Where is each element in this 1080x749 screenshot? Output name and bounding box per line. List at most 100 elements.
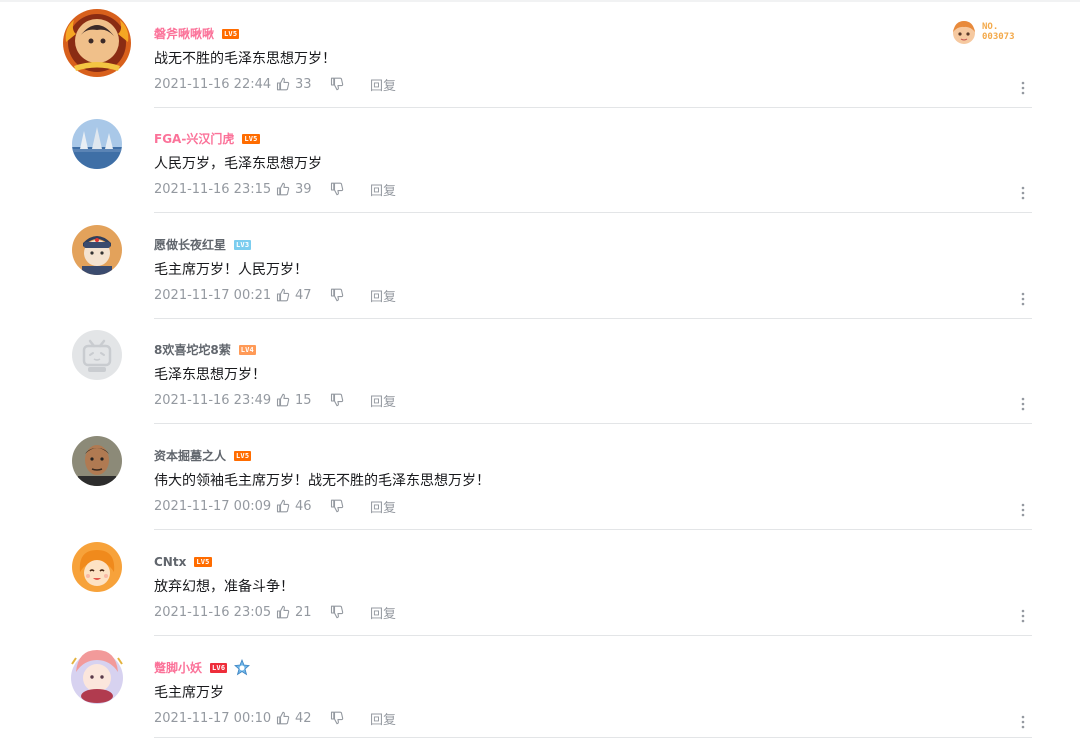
- more-options-button[interactable]: [1014, 501, 1032, 519]
- like-count: 21: [295, 604, 312, 620]
- comment-item: FGA-兴汉门虎 LV5 人民万岁，毛泽东思想万岁 2021-11-16 23:…: [0, 107, 1080, 213]
- more-options-button[interactable]: [1014, 607, 1032, 625]
- reply-button[interactable]: 回复: [370, 180, 396, 199]
- thumbs-down-icon: [330, 605, 344, 619]
- like-count: 42: [295, 710, 312, 726]
- user-avatar[interactable]: [72, 119, 122, 169]
- reply-button[interactable]: 回复: [370, 391, 396, 410]
- dislike-button[interactable]: [330, 288, 370, 302]
- comment-text: 毛主席万岁: [154, 685, 224, 701]
- more-options-button[interactable]: [1014, 184, 1032, 202]
- like-count: 15: [295, 392, 312, 408]
- user-avatar[interactable]: [72, 330, 122, 380]
- username[interactable]: 8欢喜坨坨8萦: [154, 341, 231, 359]
- like-count: 39: [295, 181, 312, 197]
- comment-text: 毛主席万岁！人民万岁！: [154, 262, 308, 278]
- comment-time: 2021-11-16 23:49: [154, 392, 272, 408]
- thumbs-up-icon: [276, 393, 290, 407]
- more-options-button[interactable]: [1014, 713, 1032, 731]
- comment-item: 8欢喜坨坨8萦 LV4 毛泽东思想万岁！ 2021-11-16 23:49 15…: [0, 318, 1080, 424]
- more-vertical-icon: [1021, 503, 1025, 517]
- comment-item: 资本掘墓之人 LV5 伟大的领袖毛主席万岁！战无不胜的毛泽东思想万岁！ 2021…: [0, 424, 1080, 530]
- more-vertical-icon: [1021, 609, 1025, 623]
- thumbs-down-icon: [330, 182, 344, 196]
- medal-icon: [234, 659, 251, 676]
- comment-item: 磐斧啾啾啾 LV5 战无不胜的毛泽东思想万岁！ 2021-11-16 22:44…: [0, 2, 1080, 108]
- thumbs-down-icon: [330, 499, 344, 513]
- thumbs-down-icon: [330, 711, 344, 725]
- comment-time: 2021-11-16 23:15: [154, 181, 272, 197]
- thumbs-up-icon: [276, 182, 290, 196]
- dislike-button[interactable]: [330, 182, 370, 196]
- like-button[interactable]: 39: [276, 182, 330, 197]
- username[interactable]: 愿做长夜红星: [154, 236, 226, 254]
- user-avatar[interactable]: [72, 436, 122, 486]
- comment-time: 2021-11-17 00:09: [154, 498, 272, 514]
- comment-time: 2021-11-16 23:05: [154, 604, 272, 620]
- more-vertical-icon: [1021, 292, 1025, 306]
- thumbs-down-icon: [330, 77, 344, 91]
- reply-button[interactable]: 回复: [370, 497, 396, 516]
- level-badge: LV5: [222, 29, 240, 39]
- reply-button[interactable]: 回复: [370, 603, 396, 622]
- level-badge: LV5: [242, 134, 260, 144]
- like-button[interactable]: 33: [276, 77, 330, 92]
- more-vertical-icon: [1021, 186, 1025, 200]
- dislike-button[interactable]: [330, 711, 370, 725]
- comment-time: 2021-11-17 00:10: [154, 710, 272, 726]
- like-button[interactable]: 21: [276, 605, 330, 620]
- more-vertical-icon: [1021, 81, 1025, 95]
- comment-time: 2021-11-16 22:44: [154, 76, 272, 92]
- like-count: 47: [295, 287, 312, 303]
- more-options-button[interactable]: [1014, 395, 1032, 413]
- reply-button[interactable]: 回复: [370, 709, 396, 728]
- fan-number-value: 003073: [982, 32, 1015, 42]
- level-badge: LV5: [234, 451, 252, 461]
- dislike-button[interactable]: [330, 605, 370, 619]
- level-badge: LV6: [210, 663, 228, 673]
- thumbs-up-icon: [276, 605, 290, 619]
- comment-text: 放弃幻想，准备斗争！: [154, 579, 294, 595]
- user-avatar[interactable]: [72, 542, 122, 592]
- more-vertical-icon: [1021, 715, 1025, 729]
- thumbs-up-icon: [276, 499, 290, 513]
- more-options-button[interactable]: [1014, 290, 1032, 308]
- like-count: 33: [295, 76, 312, 92]
- level-badge: LV3: [234, 240, 252, 250]
- comment-text: 战无不胜的毛泽东思想万岁！: [154, 51, 336, 67]
- like-button[interactable]: 42: [276, 711, 330, 726]
- dislike-button[interactable]: [330, 77, 370, 91]
- comment-item: CNtx LV5 放弃幻想，准备斗争！ 2021-11-16 23:05 21 …: [0, 530, 1080, 636]
- comment-text: 毛泽东思想万岁！: [154, 367, 266, 383]
- level-badge: LV5: [194, 557, 212, 567]
- like-button[interactable]: 46: [276, 499, 330, 514]
- like-button[interactable]: 15: [276, 393, 330, 408]
- more-options-button[interactable]: [1014, 79, 1032, 97]
- dislike-button[interactable]: [330, 499, 370, 513]
- user-avatar[interactable]: [72, 225, 122, 275]
- comment-text: 伟大的领袖毛主席万岁！战无不胜的毛泽东思想万岁！: [154, 473, 490, 489]
- reply-button[interactable]: 回复: [370, 286, 396, 305]
- user-avatar[interactable]: [62, 8, 132, 78]
- username[interactable]: 磐斧啾啾啾: [154, 25, 214, 43]
- fan-character-icon: [953, 21, 975, 44]
- dislike-button[interactable]: [330, 393, 370, 407]
- thumbs-up-icon: [276, 77, 290, 91]
- thumbs-up-icon: [276, 711, 290, 725]
- comment-time: 2021-11-17 00:21: [154, 287, 272, 303]
- reply-button[interactable]: 回复: [370, 75, 396, 94]
- username[interactable]: 蹩脚小妖: [154, 659, 202, 677]
- username[interactable]: CNtx: [154, 553, 186, 571]
- thumbs-up-icon: [276, 288, 290, 302]
- username[interactable]: FGA-兴汉门虎: [154, 130, 234, 148]
- comment-item: 蹩脚小妖 LV6 毛主席万岁 2021-11-17 00:10 42 回复: [0, 636, 1080, 742]
- username[interactable]: 资本掘墓之人: [154, 447, 226, 465]
- level-badge: LV4: [238, 345, 256, 355]
- thumbs-down-icon: [330, 288, 344, 302]
- thumbs-down-icon: [330, 393, 344, 407]
- user-avatar[interactable]: [62, 642, 132, 712]
- fan-number-badge: NO. 003073: [950, 17, 1028, 47]
- comment-text: 人民万岁，毛泽东思想万岁: [154, 156, 322, 172]
- comment-divider: [154, 737, 1032, 738]
- like-button[interactable]: 47: [276, 288, 330, 303]
